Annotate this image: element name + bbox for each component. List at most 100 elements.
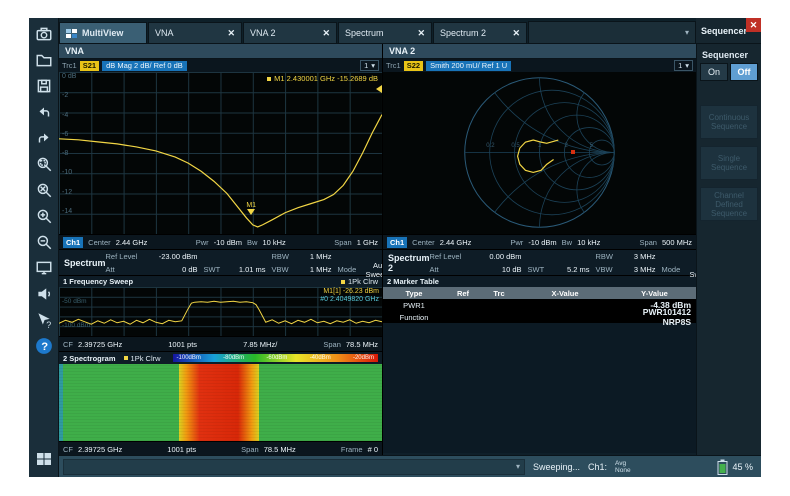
trace-name: Trc1 bbox=[62, 61, 77, 70]
spectrum-config: Ref Level-23.00 dBm RBW1 MHz Att0 dB SWT… bbox=[106, 250, 395, 275]
sequencer-softkey[interactable]: Single Sequence bbox=[700, 146, 758, 180]
vbw-value[interactable]: 1 MHz bbox=[302, 265, 338, 274]
vna2-pane-title[interactable]: VNA 2 bbox=[383, 44, 696, 59]
window-select-dropdown[interactable]: 1▾ bbox=[674, 60, 693, 71]
marker-table-row[interactable]: Function PWR101412 NRP8S bbox=[383, 311, 696, 323]
open-button[interactable] bbox=[32, 48, 56, 72]
display-config-button[interactable] bbox=[32, 256, 56, 280]
tab-spectrum[interactable]: Spectrum ✕ bbox=[338, 22, 432, 43]
redo-button[interactable] bbox=[32, 126, 56, 150]
spectrum-header: Spectrum Ref Level-23.00 dBm RBW1 MHz At… bbox=[59, 250, 382, 276]
frequency-sweep-chart[interactable]: -50 dBm -100 dBm M1[1] -26.23 dBm #0 2.4… bbox=[59, 287, 382, 336]
smith-chart[interactable]: 0.20.5125 bbox=[383, 72, 696, 234]
rbw-value[interactable]: 1 MHz bbox=[302, 252, 338, 261]
marker-m1[interactable]: M1 bbox=[246, 202, 256, 215]
att-value[interactable]: 10 dB bbox=[470, 265, 528, 274]
save-button[interactable] bbox=[32, 74, 56, 98]
sequencer-panel: Sequencer On Off Continuous SequenceSing… bbox=[696, 44, 761, 455]
trace-format-chip[interactable]: dB Mag 2 dB/ Ref 0 dB bbox=[102, 61, 187, 71]
zoom-off-button[interactable] bbox=[32, 178, 56, 202]
tab-close-icon[interactable]: ✕ bbox=[407, 28, 425, 39]
sparam-chip[interactable]: S22 bbox=[404, 61, 423, 71]
rbw-value[interactable]: 3 MHz bbox=[626, 252, 662, 261]
status-message-box[interactable]: ▾ bbox=[63, 459, 525, 475]
tab-close-icon[interactable]: ✕ bbox=[217, 28, 235, 39]
sparam-chip[interactable]: S21 bbox=[80, 61, 99, 71]
sequencer-on-button[interactable]: On bbox=[700, 63, 728, 81]
scale-label: -80dBm bbox=[223, 355, 244, 361]
span-value[interactable]: 500 MHz bbox=[662, 238, 692, 247]
tab-multiview[interactable]: MultiView bbox=[59, 22, 147, 43]
y-axis-label: -6 bbox=[62, 131, 76, 138]
channel-chip[interactable]: Ch1 bbox=[63, 237, 83, 248]
spectrum2-pane-title[interactable]: Spectrum 2 bbox=[383, 250, 430, 275]
vna-pane: VNA Trc1 S21 dB Mag 2 dB/ Ref 0 dB 1▾ 0 … bbox=[59, 44, 382, 250]
scale-per-div: 7.85 MHz/ bbox=[243, 340, 277, 349]
tab-overflow-button[interactable]: ▾ bbox=[679, 28, 695, 37]
window-select-dropdown[interactable]: 1▾ bbox=[360, 60, 379, 71]
screenshot-button[interactable] bbox=[32, 22, 56, 46]
windows-start-button[interactable] bbox=[32, 447, 56, 471]
center-frequency[interactable]: 2.44 GHz bbox=[116, 238, 148, 247]
zoom-out-button[interactable] bbox=[32, 230, 56, 254]
amplitude-label: -100 dBm bbox=[62, 322, 90, 329]
tab-label: MultiView bbox=[82, 28, 123, 38]
undo-button[interactable] bbox=[32, 100, 56, 124]
sweep-status: Sweeping... bbox=[533, 462, 580, 472]
trace-legend[interactable]: 1Pk Clrw bbox=[341, 277, 378, 286]
sequencer-off-button[interactable]: Off bbox=[730, 63, 758, 81]
tab-vna2[interactable]: VNA 2 ✕ bbox=[243, 22, 337, 43]
power-value[interactable]: -10 dBm bbox=[214, 238, 242, 247]
bandwidth-value[interactable]: 10 kHz bbox=[262, 238, 285, 247]
battery-indicator: 45 % bbox=[717, 459, 753, 475]
spectrogram-chart[interactable] bbox=[59, 364, 382, 441]
smith-axis-label: 5 bbox=[590, 143, 593, 149]
bandwidth-value[interactable]: 10 kHz bbox=[577, 238, 600, 247]
help-button[interactable]: ? bbox=[32, 334, 56, 358]
cf-value[interactable]: 2.39725 GHz bbox=[78, 445, 122, 454]
trace-legend[interactable]: 1Pk Clrw bbox=[124, 354, 161, 363]
tab-close-icon[interactable]: ✕ bbox=[502, 28, 520, 39]
ref-level-value[interactable]: 0.00 dBm bbox=[470, 252, 528, 261]
cf-value[interactable]: 2.39725 GHz bbox=[78, 340, 122, 349]
marker-table-title-row: 2 Marker Table bbox=[383, 276, 696, 287]
spectrum-pane: Spectrum Ref Level-23.00 dBm RBW1 MHz At… bbox=[59, 250, 382, 457]
open-folder-icon bbox=[35, 51, 53, 69]
trace-format-chip[interactable]: Smith 200 mU/ Ref 1 U bbox=[426, 61, 511, 71]
close-button[interactable]: ✕ bbox=[746, 18, 761, 32]
frame-value[interactable]: # 0 bbox=[368, 445, 378, 454]
vbw-value[interactable]: 3 MHz bbox=[626, 265, 662, 274]
context-help-button[interactable]: ? bbox=[32, 308, 56, 332]
sequencer-softkey[interactable]: Continuous Sequence bbox=[700, 105, 758, 139]
vna-pane-title[interactable]: VNA bbox=[59, 44, 382, 59]
svg-text:?: ? bbox=[46, 320, 51, 329]
battery-icon bbox=[717, 459, 728, 475]
trace-name: Trc1 bbox=[386, 61, 401, 70]
tab-close-icon[interactable]: ✕ bbox=[312, 28, 330, 39]
marker-table-empty-area bbox=[383, 323, 696, 453]
spectrogram-color-scale: -100dBm-80dBm-60dBm-40dBm-20dBm bbox=[173, 354, 378, 362]
tab-label: Spectrum 2 bbox=[440, 28, 486, 38]
power-value[interactable]: -10 dBm bbox=[528, 238, 556, 247]
spectrum-pane-title[interactable]: Spectrum bbox=[59, 250, 106, 275]
center-frequency[interactable]: 2.44 GHz bbox=[440, 238, 472, 247]
zoom-select-button[interactable] bbox=[32, 152, 56, 176]
channel-chip[interactable]: Ch1 bbox=[387, 237, 407, 248]
tab-vna[interactable]: VNA ✕ bbox=[148, 22, 242, 43]
sequencer-title: Sequencer bbox=[701, 26, 747, 36]
save-icon bbox=[35, 77, 53, 95]
zoom-in-button[interactable] bbox=[32, 204, 56, 228]
swt-value[interactable]: 5.2 ms bbox=[554, 265, 596, 274]
ref-level-value[interactable]: -23.00 dBm bbox=[146, 252, 204, 261]
span-value[interactable]: 78.5 MHz bbox=[346, 340, 378, 349]
swt-value[interactable]: 1.01 ms bbox=[230, 265, 272, 274]
volume-button[interactable] bbox=[32, 282, 56, 306]
span-value[interactable]: 78.5 MHz bbox=[264, 445, 296, 454]
status-dropdown-icon[interactable]: ▾ bbox=[516, 462, 524, 471]
span-value[interactable]: 1 GHz bbox=[357, 238, 378, 247]
vna-chart[interactable]: 0 dB-2-4-6-8-10-12-14 M1 2.430001 GHz -1… bbox=[59, 72, 382, 234]
att-value[interactable]: 0 dB bbox=[146, 265, 204, 274]
tab-spectrum2[interactable]: Spectrum 2 ✕ bbox=[433, 22, 527, 43]
sequencer-softkey[interactable]: Channel Defined Sequence bbox=[700, 187, 758, 221]
marker-dot-icon bbox=[267, 77, 271, 81]
